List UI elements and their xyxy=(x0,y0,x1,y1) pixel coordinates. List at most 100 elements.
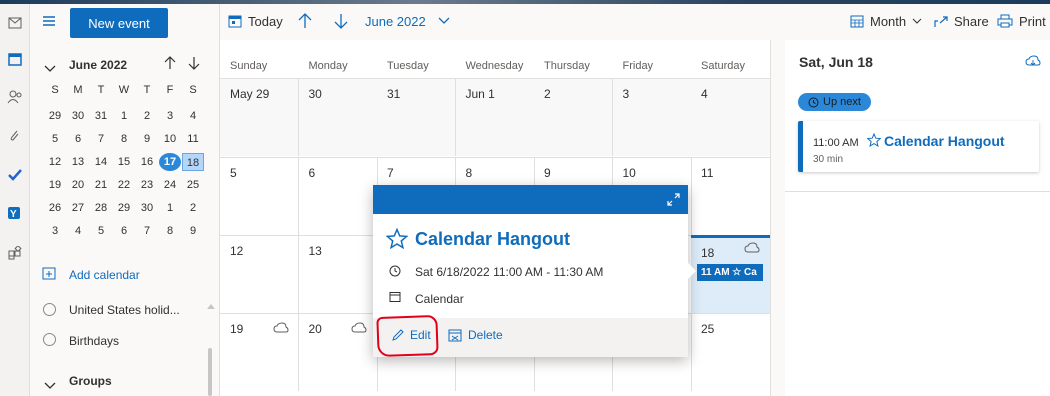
add-calendar-icon[interactable] xyxy=(42,266,56,285)
left-pane-scrollbar[interactable] xyxy=(208,348,212,396)
mini-day-today[interactable]: 17 xyxy=(159,153,181,171)
apps-icon[interactable] xyxy=(0,242,30,264)
weather-cloud-icon[interactable] xyxy=(351,322,367,334)
mini-day[interactable]: 9 xyxy=(182,222,204,240)
day-cell[interactable]: 25 xyxy=(691,313,770,391)
mini-day[interactable]: 29 xyxy=(44,107,66,125)
people-icon[interactable] xyxy=(0,86,30,108)
calendar-item-birthdays[interactable]: Birthdays xyxy=(69,334,119,348)
day-cell[interactable]: 3 xyxy=(612,78,692,156)
todo-icon[interactable] xyxy=(0,164,30,186)
mini-calendar-collapse-icon[interactable] xyxy=(44,60,56,78)
mini-day[interactable]: 13 xyxy=(67,153,89,171)
agenda-event-card[interactable]: 11:00 AM Calendar Hangout 30 min xyxy=(798,121,1039,172)
mini-day[interactable]: 5 xyxy=(44,130,66,148)
calendar-checkbox-holidays[interactable] xyxy=(43,303,56,316)
groups-collapse-icon[interactable] xyxy=(44,377,56,395)
mini-day[interactable]: 10 xyxy=(159,130,181,148)
mini-day[interactable]: 26 xyxy=(44,199,66,217)
weather-cloud-icon[interactable] xyxy=(1025,54,1041,72)
event-chip[interactable]: 11 AM ☆ Ca xyxy=(697,264,763,281)
mini-day[interactable]: 28 xyxy=(90,199,112,217)
day-cell[interactable]: 6 xyxy=(298,157,378,235)
calendar-icon[interactable] xyxy=(0,48,30,70)
yammer-icon[interactable]: Y xyxy=(0,202,30,224)
mini-day[interactable]: 4 xyxy=(67,222,89,240)
day-cell[interactable]: 30 xyxy=(298,78,378,156)
weekday-header: Wednesday xyxy=(465,60,524,72)
day-cell[interactable]: 2 xyxy=(534,78,613,156)
mini-prev-month-icon[interactable] xyxy=(164,56,176,75)
mini-calendar-grid: S M T W T F S 29 30 31 1 2 3 4 5 6 7 8 9 10 11 12 13 14 15 16 17 18… xyxy=(44,84,204,244)
mini-day[interactable]: 22 xyxy=(113,176,135,194)
expand-icon[interactable] xyxy=(667,193,680,211)
mini-day[interactable]: 23 xyxy=(136,176,158,194)
mini-day[interactable]: 25 xyxy=(182,176,204,194)
mini-day[interactable]: 24 xyxy=(159,176,181,194)
clock-icon xyxy=(808,97,819,107)
day-cell[interactable]: 5 xyxy=(220,157,299,235)
mini-day[interactable]: 6 xyxy=(67,130,89,148)
add-calendar-link[interactable]: Add calendar xyxy=(69,268,140,282)
mini-day[interactable]: 8 xyxy=(159,222,181,240)
day-number: 4 xyxy=(701,87,708,101)
mini-next-month-icon[interactable] xyxy=(188,56,200,75)
weather-cloud-icon[interactable] xyxy=(744,242,760,254)
next-month-icon[interactable] xyxy=(334,4,348,38)
mini-day[interactable]: 30 xyxy=(136,199,158,217)
mini-day[interactable]: 3 xyxy=(44,222,66,240)
mini-day[interactable]: 16 xyxy=(136,153,158,171)
mini-day[interactable]: 5 xyxy=(90,222,112,240)
calendar-item-holidays[interactable]: United States holid... xyxy=(69,303,180,317)
mini-day[interactable]: 31 xyxy=(90,107,112,125)
today-button[interactable]: Today xyxy=(228,4,283,38)
share-button[interactable]: Share xyxy=(934,4,989,38)
day-cell[interactable]: 11 xyxy=(691,157,770,235)
view-switcher[interactable]: Month xyxy=(850,4,922,38)
mini-day[interactable]: 2 xyxy=(182,199,204,217)
new-event-button[interactable]: New event xyxy=(70,8,168,38)
attachment-icon[interactable] xyxy=(0,124,30,146)
mini-day[interactable]: 8 xyxy=(113,130,135,148)
mini-day[interactable]: 19 xyxy=(44,176,66,194)
calendar-checkbox-birthdays[interactable] xyxy=(43,333,56,346)
agenda-date-title: Sat, Jun 18 xyxy=(799,54,873,70)
mini-day[interactable]: 12 xyxy=(44,153,66,171)
mini-day[interactable]: 1 xyxy=(113,107,135,125)
day-cell[interactable]: May 29 xyxy=(220,78,299,156)
prev-month-icon[interactable] xyxy=(298,4,312,38)
day-cell[interactable]: 13 xyxy=(298,235,378,313)
mini-day[interactable]: 7 xyxy=(136,222,158,240)
delete-button[interactable]: Delete xyxy=(448,328,503,342)
scroll-up-icon[interactable] xyxy=(207,304,215,309)
mini-day[interactable]: 20 xyxy=(67,176,89,194)
mini-day[interactable]: 1 xyxy=(159,199,181,217)
mini-day[interactable]: 14 xyxy=(90,153,112,171)
day-cell[interactable]: 12 xyxy=(220,235,299,313)
mini-day[interactable]: 2 xyxy=(136,107,158,125)
mini-day[interactable]: 4 xyxy=(182,107,204,125)
mini-day[interactable]: 3 xyxy=(159,107,181,125)
peek-event-datetime: Sat 6/18/2022 11:00 AM - 11:30 AM xyxy=(415,265,604,279)
mini-day-selected[interactable]: 18 xyxy=(182,153,204,171)
mini-day[interactable]: 9 xyxy=(136,130,158,148)
day-cell[interactable]: 31 xyxy=(377,78,456,156)
day-number: 12 xyxy=(230,244,244,258)
groups-header[interactable]: Groups xyxy=(69,374,112,388)
print-button[interactable]: Print xyxy=(997,4,1046,38)
mini-day[interactable]: 21 xyxy=(90,176,112,194)
mail-icon[interactable] xyxy=(0,12,30,34)
mini-day[interactable]: 11 xyxy=(182,130,204,148)
agenda-event-time: 11:00 AM xyxy=(813,137,859,149)
mini-day[interactable]: 7 xyxy=(90,130,112,148)
day-cell[interactable]: 4 xyxy=(691,78,770,156)
month-picker[interactable]: June 2022 xyxy=(365,4,450,38)
mini-day[interactable]: 27 xyxy=(67,199,89,217)
day-cell[interactable]: Jun 1 xyxy=(455,78,535,156)
mini-day[interactable]: 15 xyxy=(113,153,135,171)
hamburger-icon[interactable] xyxy=(42,14,56,32)
mini-day[interactable]: 29 xyxy=(113,199,135,217)
mini-day[interactable]: 6 xyxy=(113,222,135,240)
weather-cloud-icon[interactable] xyxy=(273,322,289,334)
mini-day[interactable]: 30 xyxy=(67,107,89,125)
